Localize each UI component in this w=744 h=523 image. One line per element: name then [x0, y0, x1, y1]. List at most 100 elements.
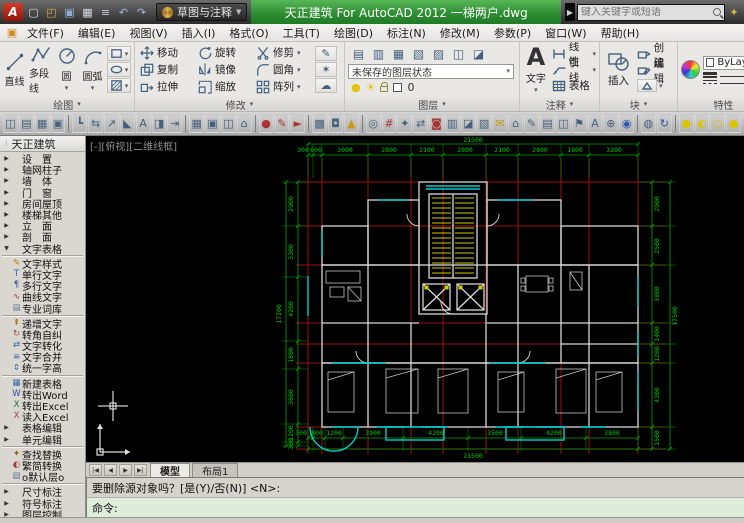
polyline-button[interactable]: 多段线 — [29, 43, 52, 96]
insert-block-button[interactable]: 插入 — [603, 51, 634, 88]
toolbar-button[interactable]: ✎ — [524, 114, 539, 133]
toolbar-button[interactable]: ◣ — [119, 114, 135, 133]
circle-button[interactable]: 圆 ▾ — [55, 46, 78, 93]
layer-tool-button[interactable]: ▥ — [370, 47, 387, 62]
tab-model[interactable]: 模型 — [150, 463, 190, 478]
toolbar-button[interactable]: A — [587, 114, 603, 133]
quick-access-button[interactable]: ↶ — [115, 4, 132, 21]
scale-button[interactable]: 缩放 — [196, 79, 254, 94]
palette-menu-item[interactable]: ▶ 图层控制 — [0, 509, 85, 517]
toolbar-button[interactable]: ▣ — [50, 114, 66, 133]
toolbar-button[interactable]: ┗ — [72, 114, 88, 133]
toolbar-button[interactable]: ▧ — [476, 114, 492, 133]
layer-tool-button[interactable]: ▤ — [350, 47, 367, 62]
quick-access-button[interactable]: ▣ — [61, 4, 78, 21]
erase-button[interactable]: ✎ — [315, 46, 337, 61]
toolbar-button[interactable]: ✦ — [397, 114, 413, 133]
toolbar-button[interactable]: ⇥ — [167, 114, 183, 133]
quick-access-button[interactable]: ▦ — [79, 4, 96, 21]
hatch-button[interactable]: ▾ — [107, 78, 131, 93]
panel-title-block[interactable]: 块 ▾ — [600, 97, 677, 111]
toolbar-button[interactable]: ▩ — [312, 114, 328, 133]
viewport-controls[interactable]: [-][俯视][二维线框] — [90, 138, 177, 153]
layer-tool-button[interactable]: ▧ — [410, 47, 427, 62]
title-expand-arrow-icon[interactable]: ▶ — [565, 3, 575, 21]
toolbar-button[interactable]: ✎ — [274, 114, 290, 133]
quick-access-button[interactable]: ≡ — [97, 4, 114, 21]
layer-dropdown[interactable]: ● ☀ 0 — [348, 81, 514, 94]
workspace-switcher[interactable]: 草图与注释 ▼ — [156, 3, 248, 21]
edit-block-button[interactable]: 编辑 — [637, 58, 674, 85]
toolbar-button[interactable]: ▦ — [189, 114, 205, 133]
toolbar-button[interactable]: ◎ — [365, 114, 381, 133]
arc-button[interactable]: 圆弧 ▾ — [81, 46, 104, 93]
toolbar-button[interactable]: ◫ — [555, 114, 571, 133]
toolbar-button[interactable]: ▤ — [18, 114, 34, 133]
menu-item[interactable]: 修改(M) — [433, 25, 487, 41]
toolbar-button[interactable]: A — [135, 114, 151, 133]
palette-menu-item[interactable]: ▶ 单元编辑 — [0, 434, 85, 447]
rotate-button[interactable]: 旋转 — [196, 45, 254, 60]
toolbar-button[interactable]: ⇄ — [413, 114, 429, 133]
toolbar-button[interactable]: ▦ — [34, 114, 50, 133]
toolbar-button[interactable]: ● — [258, 114, 274, 133]
leader-button[interactable]: 引线 ▾ — [552, 57, 596, 84]
toolbar-button[interactable]: ◍ — [641, 114, 656, 133]
toolbar-button[interactable]: ◘ — [328, 114, 343, 133]
tab-nav-button[interactable]: |◀ — [89, 464, 102, 476]
toolbar-button[interactable]: ● — [678, 114, 694, 133]
toolbar-button[interactable]: ↻ — [656, 114, 672, 133]
array-button[interactable]: 阵列 ▾ — [254, 79, 312, 94]
layer-state-dropdown[interactable]: 未保存的图层状态 ▾ — [348, 63, 514, 79]
toolbar-button[interactable]: ▣ — [205, 114, 220, 133]
move-button[interactable]: 移动 — [138, 45, 196, 60]
trim-button[interactable]: 修剪 ▾ — [254, 45, 312, 60]
table-button[interactable]: 表格 — [552, 78, 596, 93]
palette-menu-item[interactable]: ⇕ 统一字高 — [0, 362, 85, 376]
toolbar-button[interactable]: ⌂ — [236, 114, 252, 133]
palette-menu-item[interactable]: ▼ 文字表格 — [0, 243, 85, 256]
lineweight-value[interactable] — [720, 75, 744, 77]
toolbar-button[interactable]: ◙ — [429, 114, 444, 133]
tab-nav-button[interactable]: ◀ — [104, 464, 117, 476]
toolbar-button[interactable]: ⌂ — [508, 114, 524, 133]
toolbar-button[interactable]: ○ — [710, 114, 726, 133]
search-input[interactable] — [581, 6, 711, 18]
fillet-button[interactable]: 圆角 ▾ — [254, 62, 312, 77]
panel-title-properties[interactable]: 特性 — [678, 97, 744, 111]
toolbar-button[interactable]: ↗ — [104, 114, 119, 133]
revcloud-button[interactable]: ☁ — [315, 78, 337, 93]
quick-access-button[interactable]: ◰ — [43, 4, 60, 21]
explode-button[interactable]: ✶ — [315, 62, 337, 77]
linetype-value[interactable] — [720, 82, 744, 84]
color-wheel-icon[interactable] — [681, 60, 700, 79]
rectangle-button[interactable]: ▾ — [107, 46, 131, 61]
toolbar-button[interactable]: ◐ — [694, 114, 710, 133]
menu-item[interactable]: 绘图(D) — [327, 25, 380, 41]
menu-item[interactable]: 工具(T) — [276, 25, 327, 41]
color-control-dropdown[interactable]: ByLayer — [703, 55, 744, 70]
toolbar-button[interactable]: ◫ — [220, 114, 236, 133]
menu-item[interactable]: 插入(I) — [175, 25, 223, 41]
tab-nav-button[interactable]: ▶ — [119, 464, 132, 476]
line-button[interactable]: 直线 — [3, 51, 26, 89]
menu-item[interactable]: 标注(N) — [380, 25, 433, 41]
exchange-icon[interactable]: ✦ — [727, 6, 741, 19]
drawing-viewport[interactable]: [-][俯视][二维线框] 21500 300 600 3000 2800 21… — [86, 136, 744, 462]
ellipse-button[interactable]: ▾ — [107, 62, 131, 77]
toolbar-button[interactable]: ► — [290, 114, 306, 133]
toolbar-button[interactable]: ⚑ — [571, 114, 587, 133]
toolbar-button[interactable]: ⇆ — [88, 114, 104, 133]
toolbar-button[interactable]: ▲ — [343, 114, 359, 133]
palette-title[interactable]: ⁞ 天正建筑 — [0, 136, 85, 152]
search-icon[interactable] — [713, 8, 721, 16]
toolbar-button[interactable]: ▥ — [444, 114, 460, 133]
copy-button[interactable]: 复制 — [138, 62, 196, 77]
tab-nav-button[interactable]: ▶| — [134, 464, 147, 476]
panel-title-annotate[interactable]: 注释 ▾ — [520, 97, 599, 111]
toolbar-button[interactable]: ◨ — [151, 114, 167, 133]
autocad-logo-icon[interactable]: A — [3, 3, 23, 21]
toolbar-button[interactable]: ▤ — [540, 114, 555, 133]
text-button[interactable]: A 文字 ▾ — [523, 44, 549, 95]
layer-tool-button[interactable]: ▦ — [390, 47, 407, 62]
